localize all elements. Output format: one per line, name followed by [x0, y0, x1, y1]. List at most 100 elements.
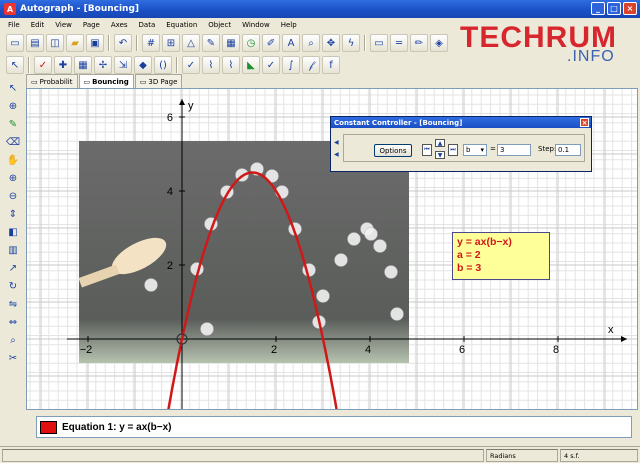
- integrate-icon[interactable]: ∫: [282, 56, 300, 74]
- triangle-icon[interactable]: △: [182, 34, 200, 52]
- menu-object[interactable]: Object: [208, 21, 231, 29]
- menu-edit[interactable]: Edit: [31, 21, 45, 29]
- normal-icon[interactable]: ⌇: [222, 56, 240, 74]
- page-icon: ▭: [83, 77, 91, 86]
- new-3d-page-icon[interactable]: ◫: [46, 34, 64, 52]
- menu-axes[interactable]: Axes: [111, 21, 128, 29]
- x-axis-label: x: [608, 324, 614, 336]
- zoom-in-icon[interactable]: ⊕: [4, 170, 22, 186]
- stretch-icon[interactable]: ⇔: [4, 314, 22, 330]
- options-button[interactable]: Options: [374, 144, 412, 157]
- area-icon[interactable]: ◣: [242, 56, 260, 74]
- ball-image: [200, 322, 214, 336]
- scale-icon[interactable]: ⇕: [4, 206, 22, 222]
- undo-icon[interactable]: ↶: [114, 34, 132, 52]
- grid-tool-icon[interactable]: ▥: [4, 242, 22, 258]
- tangent-icon[interactable]: ⌇: [202, 56, 220, 74]
- ball-image: [384, 265, 398, 279]
- menu-page[interactable]: Page: [83, 21, 100, 29]
- ball-image: [364, 227, 378, 241]
- monitor-icon[interactable]: ▭: [370, 34, 388, 52]
- calculator-icon[interactable]: ▦: [222, 34, 240, 52]
- differentiate-icon[interactable]: ✓: [262, 56, 280, 74]
- table-icon[interactable]: ▦: [74, 56, 92, 74]
- menu-view[interactable]: View: [55, 21, 72, 29]
- tab-bouncing[interactable]: ▭ Bouncing: [78, 74, 134, 88]
- slow-plot-icon[interactable]: ϟ: [342, 34, 360, 52]
- pencil-color-icon[interactable]: ✏: [410, 34, 428, 52]
- menu-file[interactable]: File: [8, 21, 20, 29]
- controller-panel: Options ⏮ ▲ ▼ ⏭ b ▾ = 3 Step: 0.1: [343, 134, 585, 162]
- shape-icon[interactable]: ◆: [134, 56, 152, 74]
- constant-value-input[interactable]: 3: [497, 144, 531, 156]
- arrow-icon[interactable]: ↖: [4, 80, 22, 96]
- step-up-icon[interactable]: ▲: [435, 139, 445, 147]
- clock-icon[interactable]: ◷: [242, 34, 260, 52]
- equation-label: Equation 1: y = ax(b−x): [62, 421, 172, 433]
- constant-select[interactable]: b ▾: [463, 144, 487, 156]
- fill-icon[interactable]: ◈: [430, 34, 448, 52]
- check-icon[interactable]: ✓: [34, 56, 52, 74]
- first-icon[interactable]: ⏮: [422, 144, 432, 156]
- maximize-button[interactable]: □: [607, 2, 621, 15]
- save-icon[interactable]: ▣: [86, 34, 104, 52]
- chevron-down-icon: ▾: [480, 146, 484, 154]
- constant-controller-dialog: Constant Controller - [Bouncing] × ◀ ◀ O…: [330, 116, 592, 172]
- brackets-icon[interactable]: (): [154, 56, 172, 74]
- pen-icon[interactable]: ✎: [202, 34, 220, 52]
- zoom-out-icon[interactable]: ⊖: [4, 188, 22, 204]
- text-icon[interactable]: A: [282, 34, 300, 52]
- constant-a-line: a = 2: [457, 249, 481, 261]
- autograph-icon: A: [4, 3, 16, 15]
- angle-mode-status[interactable]: Radians: [486, 449, 558, 462]
- scissors-icon[interactable]: ✂: [4, 350, 22, 366]
- sig-figs-status[interactable]: 4 s.f.: [560, 449, 638, 462]
- new-page-icon[interactable]: ▤: [26, 34, 44, 52]
- equation-color-swatch[interactable]: [40, 420, 57, 434]
- menu-help[interactable]: Help: [281, 21, 297, 29]
- equation-bar[interactable]: Equation 1: y = ax(b−x): [36, 416, 632, 438]
- point-icon[interactable]: ✚: [54, 56, 72, 74]
- function-icon[interactable]: f: [322, 56, 340, 74]
- transform-icon[interactable]: ⇲: [114, 56, 132, 74]
- eraser-icon[interactable]: ⌫: [4, 134, 22, 150]
- grid-icon[interactable]: #: [142, 34, 160, 52]
- menu-equation[interactable]: Equation: [166, 21, 197, 29]
- pin-icon[interactable]: ◀: [334, 139, 341, 146]
- minimize-button[interactable]: _: [591, 2, 605, 15]
- zoom-icon[interactable]: ⌕: [302, 34, 320, 52]
- close-button[interactable]: ×: [623, 2, 637, 15]
- tab-probability[interactable]: ▭ Probabilit: [26, 74, 78, 88]
- menu-data[interactable]: Data: [139, 21, 156, 29]
- axes-icon[interactable]: ⊞: [162, 34, 180, 52]
- add-point-icon[interactable]: ⊕: [4, 98, 22, 114]
- plot-point-icon[interactable]: ✢: [94, 56, 112, 74]
- equation-text-box[interactable]: y = ax(b−x) a = 2 b = 3: [452, 232, 550, 280]
- pencil-icon[interactable]: ✎: [4, 116, 22, 132]
- gradient-icon[interactable]: ✓: [182, 56, 200, 74]
- select-mode-icon[interactable]: ↖: [6, 56, 24, 74]
- reflect-icon[interactable]: ⇋: [4, 296, 22, 312]
- edit-icon[interactable]: ✐: [262, 34, 280, 52]
- title-bar: A Autograph - [Bouncing] _ □ ×: [0, 0, 640, 18]
- step-down-icon[interactable]: ▼: [435, 151, 445, 159]
- move-icon[interactable]: ✥: [322, 34, 340, 52]
- collapse-icon[interactable]: ◀: [334, 151, 341, 158]
- rotate-icon[interactable]: ↻: [4, 278, 22, 294]
- y-tick-label: 6: [167, 112, 173, 124]
- tab-3d-page[interactable]: ▭ 3D Page: [134, 74, 183, 88]
- dialog-close-icon[interactable]: ×: [580, 118, 589, 127]
- magnify-icon[interactable]: ⌕: [4, 332, 22, 348]
- shape-tool-icon[interactable]: ◧: [4, 224, 22, 240]
- line-style-icon[interactable]: ═: [390, 34, 408, 52]
- iterate-icon[interactable]: 𝒻: [302, 56, 320, 74]
- hand-icon[interactable]: ✋: [4, 152, 22, 168]
- left-toolbar: ↖ ⊕ ✎ ⌫ ✋ ⊕ ⊖ ⇕ ◧ ▥ ↗ ↻ ⇋ ⇔ ⌕ ✂: [2, 76, 24, 446]
- step-input[interactable]: 0.1: [555, 144, 581, 156]
- last-icon[interactable]: ⏭: [448, 144, 458, 156]
- open-folder-icon[interactable]: ▰: [66, 34, 84, 52]
- menu-window[interactable]: Window: [242, 21, 270, 29]
- new-2d-page-icon[interactable]: ▭: [6, 34, 24, 52]
- page-icon: ▭: [31, 77, 38, 86]
- vector-icon[interactable]: ↗: [4, 260, 22, 276]
